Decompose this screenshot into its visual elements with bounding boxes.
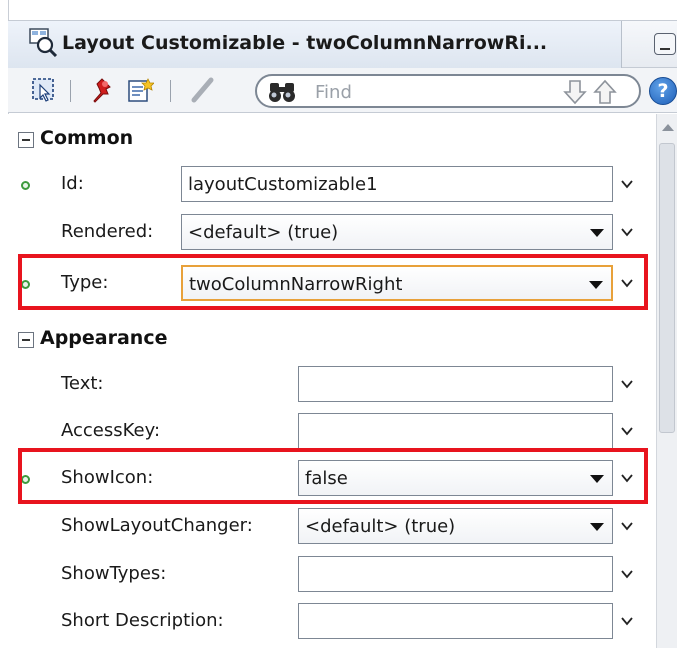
select-value: twoColumnNarrowRight [189,274,403,295]
toolbar-separator [70,80,71,102]
required-indicator-icon [21,181,30,190]
caret-down-icon [590,475,604,483]
property-label: Text: [61,373,104,394]
property-row-showlayoutchanger: ShowLayoutChanger: <default> (true) [8,505,656,549]
layout-customizable-icon [29,28,58,57]
chevron-down-icon[interactable] [620,471,634,485]
title-tab[interactable]: Layout Customizable - twoColumnNarrowRi.… [8,21,622,68]
chevron-down-icon[interactable] [620,276,634,290]
vertical-scrollbar[interactable] [656,114,677,648]
chevron-down-icon[interactable] [620,614,634,628]
window-title: Layout Customizable - twoColumnNarrowRi.… [62,32,548,54]
shortdescription-field[interactable] [298,603,613,639]
text-field[interactable] [298,366,613,402]
property-label: ShowLayoutChanger: [61,515,253,536]
chevron-down-icon[interactable] [620,424,634,438]
toolbar: ? [8,68,677,113]
pin-icon[interactable] [88,76,116,104]
chevron-down-icon[interactable] [620,177,634,191]
property-label: ShowTypes: [61,563,167,584]
showicon-select[interactable]: false [298,460,613,496]
property-label: Short Description: [61,610,224,631]
showtypes-field[interactable] [298,556,613,592]
select-component-icon[interactable] [30,76,58,104]
caret-down-icon [590,523,604,531]
chevron-down-icon[interactable] [620,225,634,239]
accesskey-field[interactable] [298,413,613,449]
property-row-accesskey: AccessKey: [8,410,656,454]
required-indicator-icon [21,475,30,484]
edit-properties-icon[interactable] [126,76,154,104]
find-previous-icon[interactable] [592,79,618,105]
scroll-up-icon[interactable] [662,124,674,131]
find-box [255,74,641,108]
property-row-showtypes: ShowTypes: [8,553,656,597]
pencil-icon[interactable] [188,76,216,104]
property-label: ShowIcon: [61,467,154,488]
property-label: AccessKey: [61,420,161,441]
property-row-type: Type: twoColumnNarrowRight [8,262,656,306]
caret-down-icon [589,281,603,289]
chevron-down-icon[interactable] [620,377,634,391]
minimize-button[interactable] [654,33,676,55]
select-value: <default> (true) [305,516,456,537]
rendered-select[interactable]: <default> (true) [181,214,613,250]
binoculars-icon [269,83,295,102]
id-field[interactable]: layoutCustomizable1 [181,166,613,202]
collapse-icon[interactable] [18,132,34,148]
section-common-label: Common [40,127,134,149]
toolbar-separator [170,80,171,102]
property-label: Rendered: [61,221,154,242]
collapse-icon[interactable] [18,332,34,348]
property-row-text: Text: [8,363,656,407]
chevron-down-icon[interactable] [620,567,634,581]
property-row-rendered: Rendered: <default> (true) [8,211,656,255]
chevron-down-icon[interactable] [620,519,634,533]
scroll-thumb[interactable] [659,143,675,433]
property-row-shortdescription: Short Description: [8,600,656,644]
required-indicator-icon [21,280,30,289]
select-value: <default> (true) [188,222,339,243]
caret-down-icon [590,229,604,237]
find-next-icon[interactable] [562,79,588,105]
property-label: Type: [61,272,109,293]
type-select[interactable]: twoColumnNarrowRight [181,265,613,301]
property-label: Id: [61,173,84,194]
showlayoutchanger-select[interactable]: <default> (true) [298,508,613,544]
find-input[interactable] [315,80,555,104]
title-bar: Layout Customizable - twoColumnNarrowRi.… [8,20,677,68]
property-row-id: Id: layoutCustomizable1 [8,163,656,207]
section-appearance-label: Appearance [40,327,168,349]
property-row-showicon: ShowIcon: false [8,457,656,501]
help-button[interactable]: ? [649,77,677,105]
select-value: false [305,468,348,489]
